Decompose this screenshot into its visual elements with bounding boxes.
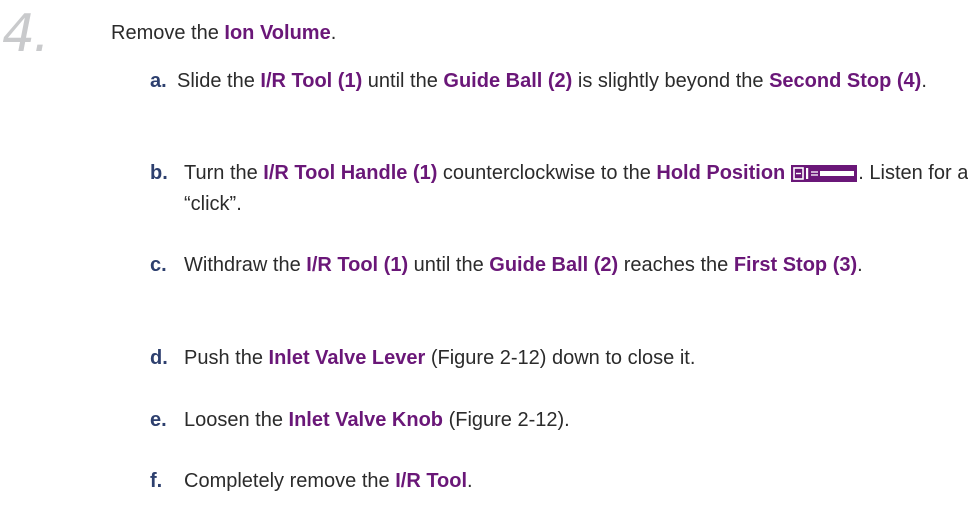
substep-text: Push the Inlet Valve Lever (Figure 2-12)… <box>184 343 968 374</box>
substep-d: d. Push the Inlet Valve Lever (Figure 2-… <box>150 343 968 374</box>
term-ir-tool-handle: I/R Tool Handle (1) <box>263 162 438 184</box>
term-first-stop: First Stop (3) <box>733 254 858 276</box>
step-number: 4. <box>2 4 50 64</box>
substep-text: Slide the I/R Tool (1) until the Guide B… <box>177 66 967 97</box>
term-ir-tool: I/R Tool (1) <box>306 254 409 276</box>
term-ir-tool: I/R Tool (1) <box>260 70 363 92</box>
substep-letter: e. <box>150 409 167 431</box>
term-inlet-valve-knob: Inlet Valve Knob <box>288 409 444 431</box>
step-number-dot: . <box>33 4 49 64</box>
step-title: Remove the Ion Volume. <box>111 20 336 46</box>
term-guide-ball: Guide Ball (2) <box>489 254 619 276</box>
text-run: (Figure 2-12). <box>443 409 570 431</box>
text-run: . <box>921 70 927 92</box>
hold-position-icon <box>791 165 858 182</box>
text-run: reaches the <box>618 254 734 276</box>
text-run: Turn the <box>184 162 264 184</box>
step-title-highlight: Ion Volume <box>224 22 331 44</box>
term-inlet-valve-lever: Inlet Valve Lever <box>268 347 426 369</box>
substep-c: c. Withdraw the I/R Tool (1) until the G… <box>150 250 968 281</box>
text-run: Slide the <box>177 70 261 92</box>
term-guide-ball: Guide Ball (2) <box>443 70 573 92</box>
substep-b: b. Turn the I/R Tool Handle (1) counterc… <box>150 158 968 220</box>
text-run: Loosen the <box>184 409 289 431</box>
substep-letter: d. <box>150 347 168 369</box>
term-second-stop: Second Stop (4) <box>769 70 922 92</box>
term-ir-tool: I/R Tool <box>395 470 468 492</box>
substep-letter: b. <box>150 162 168 184</box>
text-run: is slightly beyond the <box>572 70 770 92</box>
text-run: counterclockwise to the <box>437 162 657 184</box>
text-run: . <box>857 254 863 276</box>
substep-text: Completely remove the I/R Tool. <box>184 466 968 497</box>
step-title-suffix: . <box>330 22 337 44</box>
substep-letter: a. <box>150 70 167 92</box>
text-run: until the <box>408 254 490 276</box>
substep-letter: c. <box>150 254 167 276</box>
step-number-digit: 4 <box>2 4 35 64</box>
text-run: Withdraw the <box>184 254 307 276</box>
text-run: until the <box>362 70 444 92</box>
substep-text: Withdraw the I/R Tool (1) until the Guid… <box>184 250 968 281</box>
substep-a: a. Slide the I/R Tool (1) until the Guid… <box>150 66 968 97</box>
substep-letter: f. <box>150 470 163 492</box>
text-run: Completely remove the <box>184 470 396 492</box>
text-run: Push the <box>184 347 269 369</box>
text-run: (Figure 2-12) down to close it. <box>425 347 696 369</box>
term-hold-position: Hold Position <box>656 162 786 184</box>
text-run: . <box>467 470 473 492</box>
substep-text: Turn the I/R Tool Handle (1) countercloc… <box>184 158 968 220</box>
substep-f: f. Completely remove the I/R Tool. <box>150 466 968 497</box>
step-title-prefix: Remove the <box>111 22 225 44</box>
substep-e: e. Loosen the Inlet Valve Knob (Figure 2… <box>150 405 968 436</box>
substep-text: Loosen the Inlet Valve Knob (Figure 2-12… <box>184 405 968 436</box>
